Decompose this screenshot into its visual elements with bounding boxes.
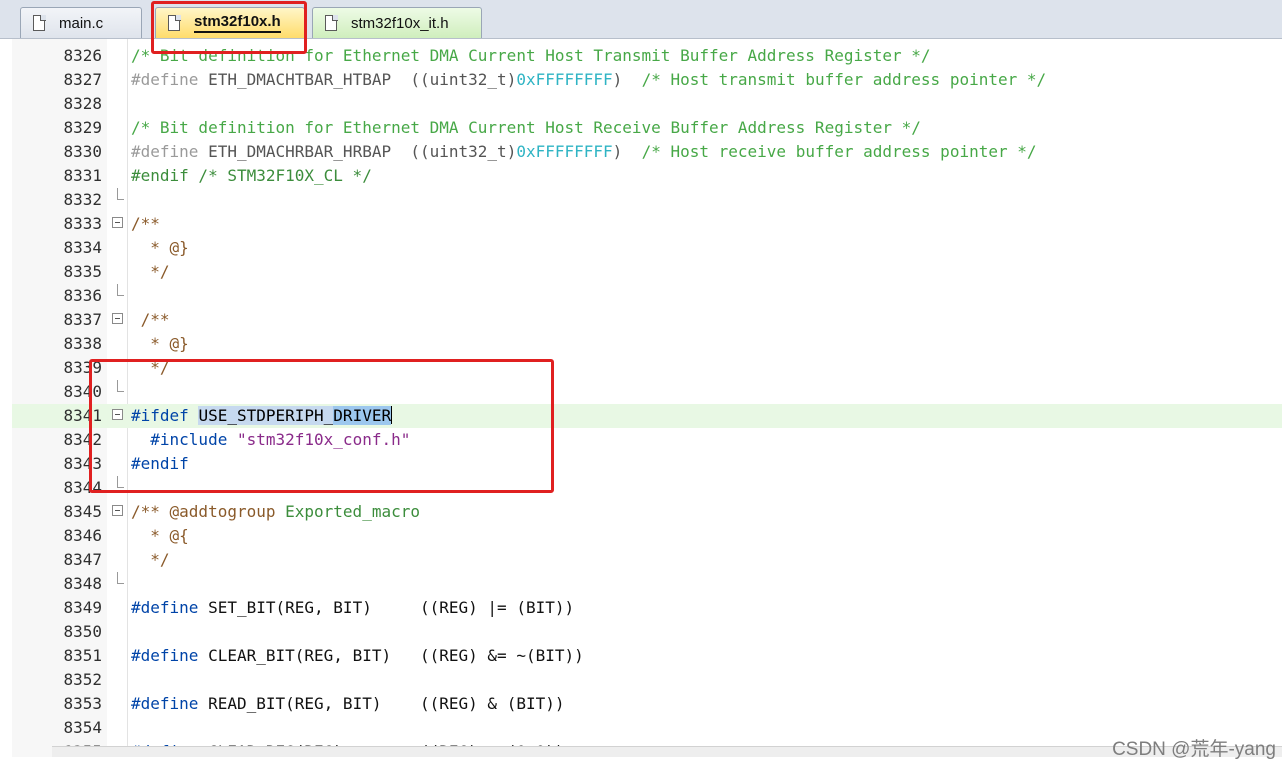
line-number: 8336: [63, 286, 102, 305]
code-text: * @}: [131, 238, 189, 257]
code-line[interactable]: 8332: [12, 188, 1282, 212]
code-text: #define SET_BIT(REG, BIT) ((REG) |= (BIT…: [131, 598, 575, 617]
line-number: 8333: [63, 214, 102, 233]
fold-toggle-icon[interactable]: [112, 505, 123, 516]
code-text: #define ETH_DMACHTBAR_HTBAP ((uint32_t)0…: [131, 70, 1047, 89]
code-line[interactable]: 8333 /**: [12, 212, 1282, 236]
code-line[interactable]: 8345 /** @addtogroup Exported_macro: [12, 500, 1282, 524]
code-text: * @{: [131, 526, 189, 545]
code-line[interactable]: 8336: [12, 284, 1282, 308]
line-number: 8354: [63, 718, 102, 737]
code-line[interactable]: 8352: [12, 668, 1282, 692]
line-number: 8346: [63, 526, 102, 545]
line-number: 8327: [63, 70, 102, 89]
watermark: CSDN @荒年-yang: [1112, 739, 1276, 760]
annotation-box-include: [89, 359, 554, 493]
fold-end-marker: [117, 199, 124, 200]
line-number: 8331: [63, 166, 102, 185]
line-number: 8330: [63, 142, 102, 161]
line-number: 8348: [63, 574, 102, 593]
code-text: /* Bit definition for Ethernet DMA Curre…: [131, 118, 921, 137]
line-number: 8326: [63, 46, 102, 65]
code-line[interactable]: 8330 #define ETH_DMACHRBAR_HRBAP ((uint32…: [12, 140, 1282, 164]
line-number: 8352: [63, 670, 102, 689]
code-line[interactable]: 8348: [12, 572, 1282, 596]
code-line[interactable]: 8329 /* Bit definition for Ethernet DMA C…: [12, 116, 1282, 140]
line-number: 8345: [63, 502, 102, 521]
line-number: 8328: [63, 94, 102, 113]
code-line[interactable]: 8353 #define READ_BIT(REG, BIT) ((REG) & …: [12, 692, 1282, 716]
fold-end-marker: [117, 295, 124, 296]
code-line[interactable]: 8338 * @}: [12, 332, 1282, 356]
line-number: 8334: [63, 238, 102, 257]
tab-label: main.c: [59, 14, 104, 32]
code-line[interactable]: 8337 /**: [12, 308, 1282, 332]
line-number: 8351: [63, 646, 102, 665]
horizontal-scrollbar[interactable]: [52, 746, 1282, 757]
code-line[interactable]: 8327 #define ETH_DMACHTBAR_HTBAP ((uint32…: [12, 68, 1282, 92]
line-number: 8338: [63, 334, 102, 353]
line-number: 8349: [63, 598, 102, 617]
code-line[interactable]: 8328: [12, 92, 1282, 116]
fold-end-marker: [117, 583, 124, 584]
code-text: */: [131, 262, 170, 281]
code-line[interactable]: 8351 #define CLEAR_BIT(REG, BIT) ((REG) &…: [12, 644, 1282, 668]
annotation-box-tab: [151, 1, 307, 54]
code-line[interactable]: 8349 #define SET_BIT(REG, BIT) ((REG) |= …: [12, 596, 1282, 620]
line-number: 8329: [63, 118, 102, 137]
file-icon: [325, 14, 338, 31]
file-icon: [33, 14, 46, 31]
fold-toggle-icon[interactable]: [112, 313, 123, 324]
line-number: 8347: [63, 550, 102, 569]
code-line[interactable]: 8350: [12, 620, 1282, 644]
line-number: 8337: [63, 310, 102, 329]
code-line[interactable]: 8334 * @}: [12, 236, 1282, 260]
code-text: /**: [131, 310, 170, 329]
line-number: 8353: [63, 694, 102, 713]
code-line[interactable]: 8331 #endif /* STM32F10X_CL */: [12, 164, 1282, 188]
line-number: 8335: [63, 262, 102, 281]
code-line[interactable]: 8354: [12, 716, 1282, 740]
line-number: 8332: [63, 190, 102, 209]
code-text: #define READ_BIT(REG, BIT) ((REG) & (BIT…: [131, 694, 565, 713]
tab-label: stm32f10x_it.h: [351, 14, 449, 32]
tab-main-c[interactable]: main.c: [20, 7, 142, 38]
fold-toggle-icon[interactable]: [112, 217, 123, 228]
code-text: */: [131, 550, 170, 569]
code-line[interactable]: 8346 * @{: [12, 524, 1282, 548]
code-text: * @}: [131, 334, 189, 353]
code-text: #endif /* STM32F10X_CL */: [131, 166, 372, 185]
code-text: #define CLEAR_BIT(REG, BIT) ((REG) &= ~(…: [131, 646, 584, 665]
line-number: 8350: [63, 622, 102, 641]
code-text: /**: [131, 214, 160, 233]
code-line[interactable]: 8347 */: [12, 548, 1282, 572]
tab-stm32f10x-it-h[interactable]: stm32f10x_it.h: [312, 7, 482, 38]
code-line[interactable]: 8335 */: [12, 260, 1282, 284]
code-text: #define ETH_DMACHRBAR_HRBAP ((uint32_t)0…: [131, 142, 1037, 161]
code-text: /** @addtogroup Exported_macro: [131, 502, 420, 521]
